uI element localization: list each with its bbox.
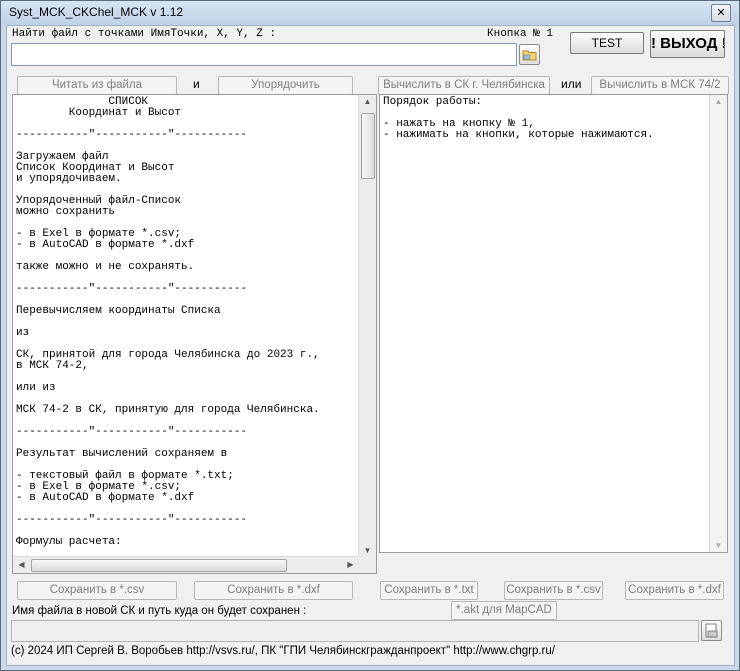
akt-mapcad-button[interactable]: *.akt для MapCAD xyxy=(451,601,557,620)
horizontal-scroll-thumb[interactable] xyxy=(31,559,287,572)
test-button[interactable]: TEST xyxy=(570,32,644,54)
scroll-right-icon[interactable]: ▶ xyxy=(342,560,359,569)
and-label: и xyxy=(193,77,200,91)
close-icon[interactable]: ✕ xyxy=(711,4,731,22)
save-dxf-left-button[interactable]: Сохранить в *.dxf xyxy=(194,581,353,600)
scroll-down-icon[interactable]: ▼ xyxy=(359,546,376,555)
save-txt-button[interactable]: Сохранить в *.txt xyxy=(380,581,478,600)
file-path-input[interactable] xyxy=(11,43,517,66)
read-file-button[interactable]: Читать из файла xyxy=(17,76,177,95)
or-label: или xyxy=(561,77,582,91)
order-button[interactable]: Упорядочить xyxy=(218,76,353,95)
scroll-down-icon[interactable]: ▼ xyxy=(710,541,727,550)
right-memo[interactable]: Порядок работы: - нажать на кнопку № 1, … xyxy=(379,94,728,553)
calc-sk-button[interactable]: Вычислить в СК г. Челябинска xyxy=(378,76,550,95)
save-file-icon xyxy=(705,623,718,638)
find-file-label: Найти файл с точками ИмяТочки, X, Y, Z : xyxy=(12,28,277,40)
vertical-scroll-thumb[interactable] xyxy=(361,113,375,179)
scroll-up-icon[interactable]: ▲ xyxy=(710,97,727,106)
copyright-text: (c) 2024 ИП Сергей В. Воробьев http://vs… xyxy=(11,645,555,657)
app-window: Syst_MCK_CKChel_MCK v 1.12 ✕ Найти файл … xyxy=(0,0,740,671)
save-dxf-right-button[interactable]: Сохранить в *.dxf xyxy=(625,581,724,600)
open-folder-button[interactable] xyxy=(519,44,540,65)
save-csv-right-button[interactable]: Сохранить в *.csv xyxy=(504,581,603,600)
left-horizontal-scrollbar[interactable]: ◀ ▶ xyxy=(13,556,359,573)
left-memo[interactable]: СПИСОК Координат и Высот -----------"---… xyxy=(12,94,377,574)
left-vertical-scrollbar[interactable]: ▲ ▼ xyxy=(358,95,376,573)
folder-icon xyxy=(522,50,537,61)
exit-button[interactable]: ! ВЫХОД ! xyxy=(650,30,725,58)
left-memo-text: СПИСОК Координат и Высот -----------"---… xyxy=(16,96,320,548)
client-area: Найти файл с точками ИмяТочки, X, Y, Z :… xyxy=(6,25,735,666)
save-csv-left-button[interactable]: Сохранить в *.csv xyxy=(17,581,177,600)
scroll-up-icon[interactable]: ▲ xyxy=(359,97,376,106)
right-vertical-scrollbar[interactable]: ▲ ▼ xyxy=(709,95,727,552)
scroll-left-icon[interactable]: ◀ xyxy=(13,560,30,569)
window-title: Syst_MCK_CKChel_MCK v 1.12 xyxy=(9,5,184,19)
calc-msk-button[interactable]: Вычислить в МСК 74/2 xyxy=(591,76,729,95)
save-folder-button[interactable] xyxy=(701,620,722,641)
right-memo-text: Порядок работы: - нажать на кнопку № 1, … xyxy=(383,96,654,141)
title-bar: Syst_MCK_CKChel_MCK v 1.12 ✕ xyxy=(1,1,739,25)
new-file-path-input[interactable] xyxy=(11,620,699,642)
new-file-label: Имя файла в новой СК и путь куда он буде… xyxy=(12,605,307,617)
button-no1-label: Кнопка № 1 xyxy=(487,28,554,40)
